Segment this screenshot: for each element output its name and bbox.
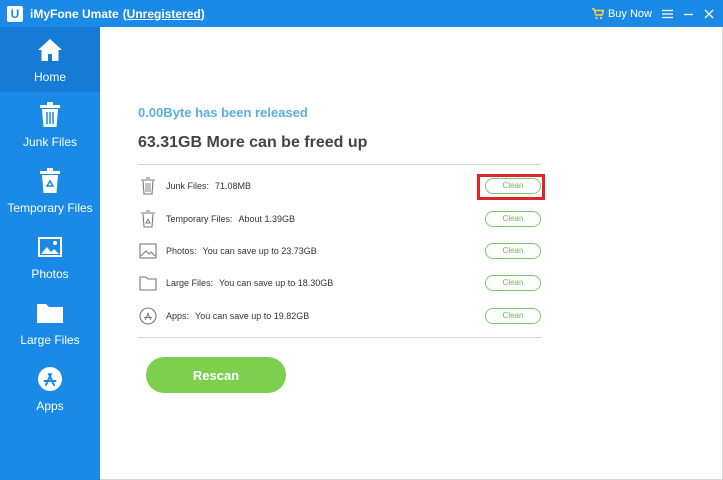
sidebar-item-label: Apps: [36, 399, 64, 413]
home-icon: [36, 36, 64, 64]
row-label: Photos:: [166, 246, 197, 256]
row-text: Temporary Files: About 1.39GB: [166, 214, 295, 224]
main-panel: 0.00Byte has been released 63.31GB More …: [100, 27, 723, 480]
recycle-bin-icon: [138, 208, 158, 230]
sidebar-item-temporary-files[interactable]: Temporary Files: [0, 158, 100, 224]
divider-bottom: [138, 337, 541, 338]
divider-top: [138, 164, 541, 165]
row-text: Photos: You can save up to 23.73GB: [166, 246, 317, 256]
buy-now-label: Buy Now: [607, 7, 652, 20]
row-label: Apps:: [166, 311, 190, 321]
title-bar-controls: Buy Now: [591, 0, 715, 27]
app-title: iMyFone Umate: [30, 6, 119, 21]
app-logo-icon: U: [7, 5, 23, 22]
cart-icon: [591, 7, 604, 20]
row-label: Temporary Files:: [166, 214, 233, 224]
photos-row: Photos: You can save up to 23.73GB Clean: [138, 238, 541, 264]
sidebar-item-large-files[interactable]: Large Files: [0, 290, 100, 356]
sidebar-item-junk-files[interactable]: Junk Files: [0, 92, 100, 158]
row-text: Junk Files: 71.08MB: [166, 181, 251, 191]
sidebar-item-label: Large Files: [20, 333, 80, 347]
folder-icon: [36, 299, 64, 327]
row-label: Junk Files:: [166, 181, 210, 191]
sidebar-item-photos[interactable]: Photos: [0, 224, 100, 290]
clean-apps-button[interactable]: Clean: [485, 308, 541, 324]
title-bar: U iMyFone Umate (Unregistered) Buy Now: [0, 0, 723, 27]
sidebar-item-label: Home: [33, 70, 66, 84]
registration-status-link[interactable]: (Unregistered): [123, 7, 205, 21]
row-value: About 1.39GB: [238, 214, 296, 224]
apps-row: Apps: You can save up to 19.82GB Clean: [138, 303, 541, 329]
row-label: Large Files:: [166, 278, 214, 288]
trash-icon: [138, 175, 158, 197]
app-store-icon: [36, 365, 64, 393]
large-files-row: Large Files: You can save up to 18.30GB C…: [138, 270, 541, 296]
row-value: You can save up to 19.82GB: [195, 311, 310, 321]
row-text: Apps: You can save up to 19.82GB: [166, 311, 309, 321]
buy-now-button[interactable]: Buy Now: [591, 8, 652, 20]
folder-icon: [138, 272, 158, 294]
row-value: You can save up to 18.30GB: [219, 278, 334, 288]
row-value: 71.08MB: [215, 181, 252, 191]
close-icon[interactable]: [703, 8, 715, 20]
released-status: 0.00Byte has been released: [138, 105, 308, 120]
trash-icon: [36, 101, 64, 129]
clean-large-files-button[interactable]: Clean: [485, 275, 541, 291]
highlight-box: [477, 174, 545, 200]
clean-temporary-files-button[interactable]: Clean: [485, 211, 541, 227]
row-text: Large Files: You can save up to 18.30GB: [166, 278, 333, 288]
minimize-icon[interactable]: [682, 8, 694, 20]
sidebar-item-label: Temporary Files: [7, 201, 93, 215]
sidebar: Home Junk Files Temporary Files Photos L…: [0, 27, 100, 480]
menu-icon[interactable]: [661, 8, 673, 20]
photo-icon: [36, 233, 64, 261]
row-value: You can save up to 23.73GB: [202, 246, 317, 256]
app-store-icon: [138, 305, 158, 327]
temporary-files-row: Temporary Files: About 1.39GB Clean: [138, 206, 541, 232]
photo-icon: [138, 240, 158, 262]
sidebar-item-home[interactable]: Home: [0, 27, 100, 92]
sidebar-item-label: Junk Files: [22, 135, 78, 149]
sidebar-item-label: Photos: [31, 267, 69, 281]
sidebar-item-apps[interactable]: Apps: [0, 356, 100, 422]
clean-photos-button[interactable]: Clean: [485, 243, 541, 259]
rescan-button[interactable]: Rescan: [146, 357, 286, 393]
freeable-summary: 63.31GB More can be freed up: [138, 134, 368, 151]
recycle-bin-icon: [36, 167, 64, 195]
